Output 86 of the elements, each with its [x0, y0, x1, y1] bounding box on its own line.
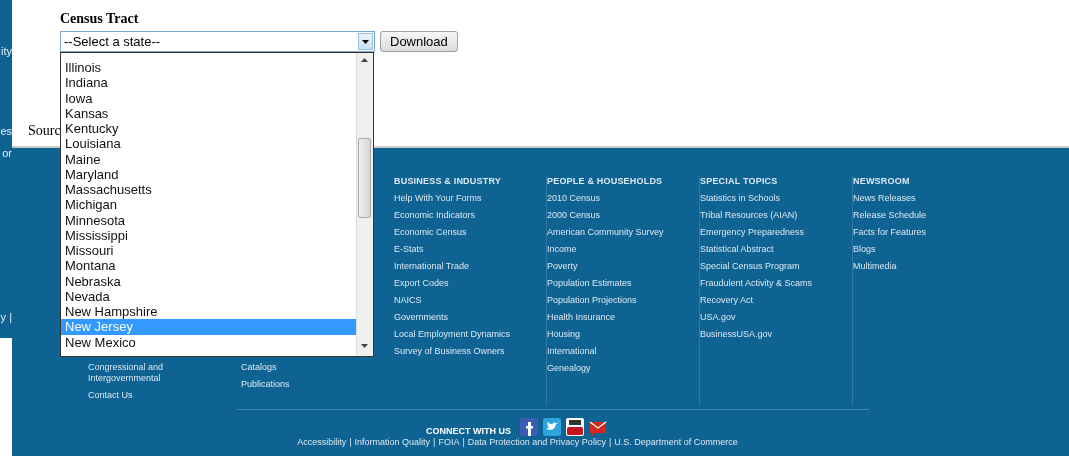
footer-link[interactable]: NAICS [394, 295, 536, 306]
footer-link[interactable]: Poverty [547, 261, 689, 272]
footer-link[interactable]: E-Stats [394, 244, 536, 255]
footer-link[interactable]: Income [547, 244, 689, 255]
link-fragment[interactable]: or [2, 147, 12, 159]
footer-link[interactable]: Publications [241, 379, 384, 390]
footer-link[interactable]: Population Projections [547, 295, 689, 306]
footer-link[interactable]: Catalogs [241, 362, 384, 373]
dropdown-option[interactable]: Kentucky [61, 121, 356, 137]
dropdown-list[interactable]: Illinois Indiana Iowa Kansas Kentucky Louisiana Maine Maryland Massachusetts Michigan Minnesota Mississippi Missouri Montana Nebraska Nevada New Hampshire New Jersey New Mexico [60, 52, 374, 357]
dropdown-option[interactable]: New Mexico [61, 334, 356, 350]
footer-link[interactable]: 2000 Census [547, 210, 689, 221]
dropdown-option[interactable]: Massachusetts [61, 182, 356, 198]
footer-link[interactable]: Information Quality [354, 437, 431, 448]
state-dropdown[interactable]: --Select a state-- [60, 31, 375, 52]
dropdown-option[interactable]: Illinois [61, 60, 356, 76]
footer-link[interactable]: Survey of Business Owners [394, 346, 536, 357]
scrollbar-thumb[interactable] [358, 138, 371, 218]
bird-icon[interactable] [543, 418, 561, 436]
scroll-up-icon[interactable] [361, 58, 368, 62]
separator: | [608, 437, 612, 448]
footer-link[interactable]: Genealogy [547, 363, 689, 374]
footer-link[interactable]: Housing [547, 329, 689, 340]
download-button[interactable]: Download [380, 31, 458, 52]
dropdown-option[interactable]: Kansas [61, 105, 356, 121]
footer-link[interactable]: U.S. Department of Commerce [614, 437, 738, 448]
column-heading: NEWSROOM [853, 176, 911, 186]
footer-link[interactable]: American Community Survey [547, 227, 689, 238]
column-heading: BUSINESS & INDUSTRY [394, 176, 502, 186]
separator: | [433, 437, 436, 448]
separator: | [462, 437, 465, 448]
separator: | [349, 437, 352, 448]
dropdown-option[interactable]: Nevada [61, 288, 356, 304]
dropdown-option[interactable]: Maine [61, 151, 356, 167]
footer-link[interactable]: Health Insurance [547, 312, 689, 323]
scrollbar[interactable] [356, 53, 373, 356]
footer-link[interactable]: Economic Indicators [394, 210, 536, 221]
dropdown-option[interactable]: Indiana [61, 75, 356, 91]
section-heading: Census Tract [60, 10, 140, 28]
footer-link[interactable]: Statistics in Schools [700, 193, 842, 204]
footer-link[interactable]: Statistical Abstract [700, 244, 842, 255]
column-heading: SPECIAL TOPICS [700, 176, 779, 186]
dropdown-option[interactable]: New Jersey [61, 319, 356, 335]
footer-link[interactable]: Economic Census [394, 227, 536, 238]
footer-link[interactable]: Release Schedule [853, 210, 996, 221]
dropdown-option[interactable]: New Hampshire [61, 304, 356, 320]
footer-link[interactable]: Governments [394, 312, 536, 323]
footer-link[interactable]: International Trade [394, 261, 536, 272]
link-fragment[interactable]: ity [1, 45, 12, 57]
footer-link[interactable]: Export Codes [394, 278, 536, 289]
footer-link[interactable]: Multimedia [853, 261, 996, 272]
footer-link[interactable]: News Releases [853, 193, 996, 204]
footer-link[interactable]: Help With Your Forms [394, 193, 536, 204]
connect-label: CONNECT WITH US [426, 426, 511, 436]
footer-link[interactable]: International [547, 346, 689, 357]
footer-link[interactable]: 2010 Census [547, 193, 689, 204]
footer-link[interactable]: Data Protection and Privacy Policy [467, 437, 606, 448]
dropdown-option[interactable]: Montana [61, 258, 356, 274]
dropdown-option[interactable]: Michigan [61, 197, 356, 213]
source-label: Sourc [28, 123, 62, 139]
footer-link[interactable]: Local Employment Dynamics [394, 329, 536, 340]
dropdown-option[interactable]: Louisiana [61, 136, 356, 152]
link-fragment[interactable]: es [0, 125, 12, 137]
link-fragment[interactable]: y | [0, 311, 12, 323]
dropdown-option[interactable]: Minnesota [61, 212, 356, 228]
footer-link[interactable]: Accessibility [297, 437, 347, 448]
column-heading: PEOPLE & HOUSEHOLDS [547, 176, 664, 186]
footer-link[interactable]: Blogs [853, 244, 996, 255]
footer-link[interactable]: Congressional and Intergovernmental [88, 362, 231, 384]
footer-link[interactable]: BusinessUSA.gov [700, 329, 842, 340]
dropdown-option[interactable]: Iowa [61, 90, 356, 106]
footer-link[interactable]: Tribal Resources (AIAN) [700, 210, 842, 221]
footer-link[interactable]: USA.gov [700, 312, 842, 323]
dropdown-option[interactable]: Mississippi [61, 227, 356, 243]
footer-link[interactable]: Contact Us [88, 390, 231, 401]
footer-link[interactable]: Population Estimates [547, 278, 689, 289]
footer-link[interactable]: FOIA [438, 437, 460, 448]
footer-link[interactable]: Fraudulent Activity & Scams [700, 278, 842, 289]
footer-link[interactable]: Recovery Act [700, 295, 842, 306]
dropdown-option[interactable]: Nebraska [61, 273, 356, 289]
footer-link[interactable]: Facts for Features [853, 227, 996, 238]
scroll-down-icon[interactable] [361, 344, 368, 348]
footer-link[interactable]: Emergency Preparedness [700, 227, 842, 238]
footer-link[interactable]: Special Census Program [700, 261, 842, 272]
dropdown-option[interactable]: Maryland [61, 166, 356, 182]
dropdown-option[interactable]: Missouri [61, 243, 356, 259]
